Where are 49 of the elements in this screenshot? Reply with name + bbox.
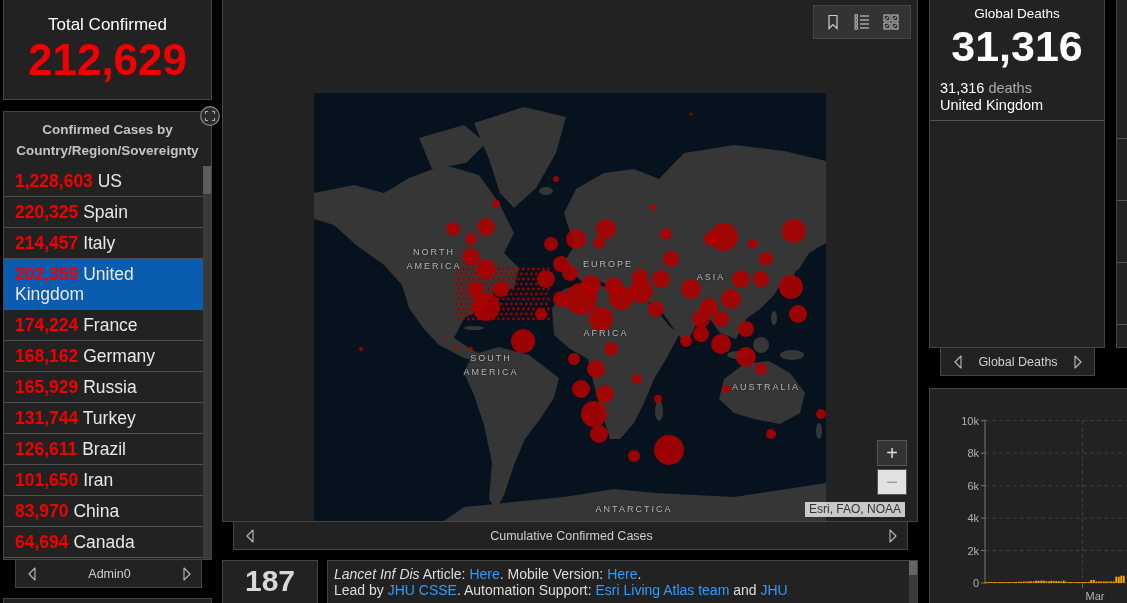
axis-label: 8k (967, 447, 979, 460)
link[interactable]: Esri Living Atlas team (595, 582, 730, 598)
left-triangle-icon[interactable] (246, 528, 254, 543)
grid-icon[interactable] (883, 14, 900, 30)
country-row[interactable]: 202,359 United Kingdom (4, 259, 203, 310)
link[interactable]: JHU (760, 582, 788, 598)
map-label: ANTARCTICA (595, 503, 673, 516)
list-icon[interactable] (854, 14, 870, 30)
tab-label: Global Deaths (978, 354, 1058, 369)
axis-label: 10k (961, 414, 979, 427)
right-triangle-icon[interactable] (183, 566, 191, 581)
country-name: United Kingdom (940, 97, 1044, 114)
map-label: ASIA (696, 271, 726, 284)
scrollbar-thumb[interactable] (909, 561, 917, 575)
left-triangle-icon[interactable] (28, 566, 36, 581)
info-text: Lead by JHU CSSE. Automation Support: Esri Living Atlas team and JHU (334, 582, 788, 598)
total-label: Total Confirmed (47, 14, 168, 36)
left-triangle-icon[interactable] (954, 354, 962, 369)
link[interactable]: Here (607, 566, 638, 582)
map-attribution: Esri, FAO, NOAA (805, 502, 905, 517)
death-count: 31,316 (940, 80, 985, 96)
scrollbar[interactable] (203, 166, 211, 559)
map-label: SOUTH AMERICA (463, 352, 519, 379)
axis-label: 6k (967, 479, 979, 492)
link[interactable]: Here (469, 566, 500, 582)
right-triangle-icon[interactable] (889, 528, 897, 543)
scrollbar-thumb[interactable] (203, 166, 211, 194)
tab-label: Admin0 (88, 566, 131, 581)
list-title: Confirmed Cases by Country/Region/Sovereignty (15, 121, 200, 160)
death-unit: deaths (988, 80, 1032, 96)
info-text: Lancet Inf Dis Article: Here. Mobile Version: Here. (334, 566, 642, 582)
total-value: 212,629 (27, 36, 188, 84)
axis-label: 4k (967, 512, 979, 525)
scrollbar[interactable] (909, 561, 917, 603)
axis-label: 2k (967, 544, 979, 557)
count-value: 187 (244, 564, 296, 598)
expand-icon[interactable] (200, 106, 220, 126)
deaths-title: Global Deaths (974, 5, 1060, 23)
right-triangle-icon[interactable] (1074, 354, 1082, 369)
deaths-value: 31,316 (951, 23, 1083, 69)
map-label: AFRICA (583, 327, 629, 340)
map-label: NORTH AMERICA (406, 246, 462, 273)
zoom-in-button[interactable]: + (877, 440, 907, 466)
tab-label: Cumulative Confirmed Cases (490, 528, 653, 543)
map-label: AUSTRALIA (732, 381, 800, 394)
axis-label: Mar (1085, 590, 1105, 602)
axis-label: 0 (972, 577, 979, 589)
map-label: EUROPE (583, 258, 633, 271)
link[interactable]: JHU CSSE (387, 582, 457, 598)
